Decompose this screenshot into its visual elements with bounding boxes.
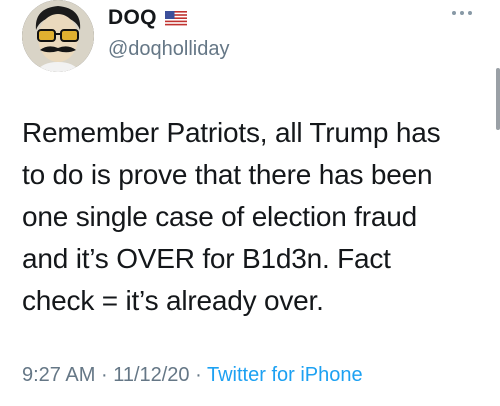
scrollbar[interactable] [496,68,500,130]
tweet-text-line: and it’s OVER for B1d3n. Fact [22,243,391,274]
display-name[interactable]: DOQ [108,6,157,30]
more-options-icon[interactable] [452,8,472,18]
name-row: DOQ [108,6,187,30]
tweet-text-line: to do is prove that there has been [22,159,433,190]
tweet-text: Remember Patriots, all Trump has to do i… [22,112,482,322]
avatar[interactable] [22,0,94,72]
tweet-time[interactable]: 9:27 AM [22,364,95,386]
tweet-text-line: check = it’s already over. [22,285,324,316]
meta-separator: · [100,364,108,386]
mustache-sunglasses-avatar-icon [22,0,94,72]
tweet-meta: 9:27 AM · 11/12/20 · Twitter for iPhone [22,364,363,387]
us-flag-icon [164,10,187,26]
tweet-text-line: Remember Patriots, all Trump has [22,117,441,148]
tweet-date[interactable]: 11/12/20 [113,364,189,386]
user-handle[interactable]: @doqholliday [108,38,230,61]
tweet-card: DOQ @doqholliday Remember Patriots, all … [0,0,500,406]
meta-separator: · [195,364,202,386]
tweet-source-link[interactable]: Twitter for iPhone [207,364,363,386]
tweet-text-line: one single case of election fraud [22,201,417,232]
